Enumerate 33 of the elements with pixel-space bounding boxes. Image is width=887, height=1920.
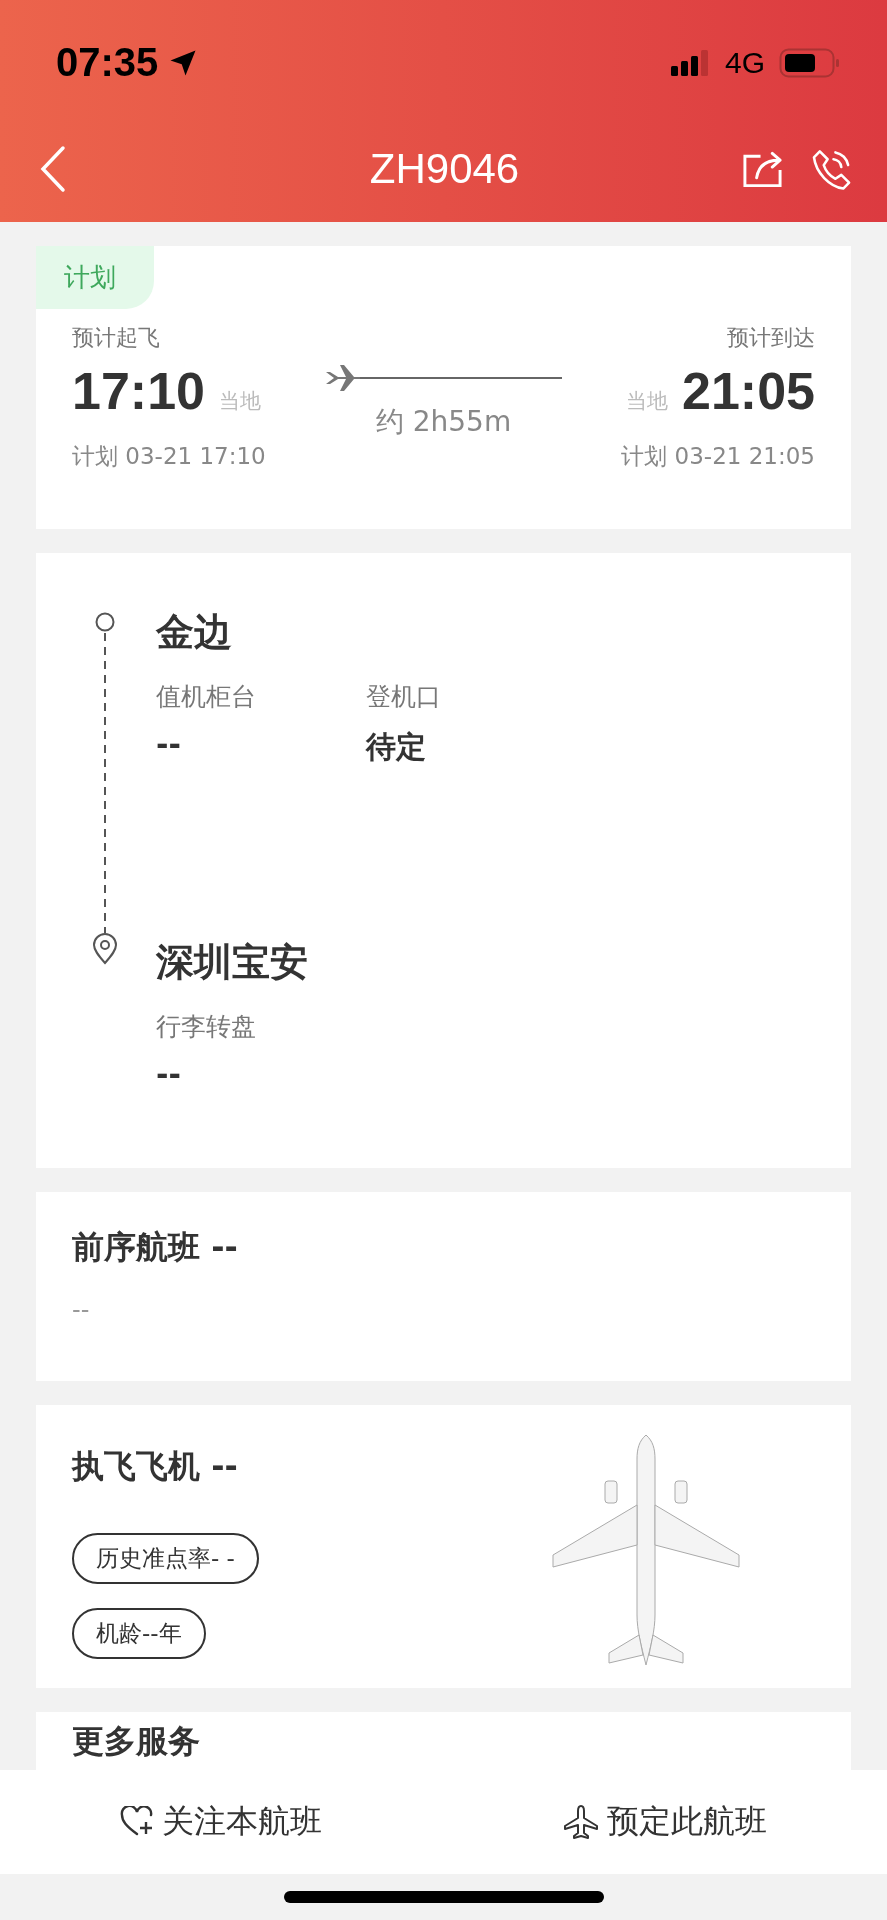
- airport-name: 金边: [156, 609, 233, 656]
- section-title: 前序航班 --: [72, 1227, 239, 1268]
- airport-name: 深圳宝安: [156, 939, 309, 986]
- field-label: 行李转盘: [156, 1011, 256, 1043]
- zone-label: 当地: [219, 388, 261, 415]
- flight-time: 21:05: [682, 365, 815, 417]
- field-label: 值机柜台: [156, 681, 256, 713]
- status-tag: 计划: [36, 246, 154, 309]
- field-value: --: [156, 727, 182, 762]
- field-label: 登机口: [366, 681, 441, 713]
- origin-dot-icon: [94, 611, 116, 633]
- airplane-icon: [562, 1804, 599, 1840]
- field-value: --: [156, 1057, 182, 1092]
- signal-icon: [670, 49, 711, 76]
- time-label: 预计起飞: [72, 324, 161, 352]
- network-label: 4G: [724, 45, 765, 80]
- planned-time: 计划 03-21 17:10: [72, 442, 266, 471]
- flight-duration: 约 2h55m: [375, 404, 512, 440]
- heart-plus-icon: [120, 1806, 155, 1838]
- previous-flight-detail: --: [72, 1296, 91, 1324]
- location-pin-icon: [92, 933, 118, 965]
- flight-time: 17:10: [72, 365, 205, 417]
- field-value: 待定: [366, 728, 427, 766]
- section-title: 更多服务: [72, 1721, 201, 1762]
- planned-time: 计划 03-21 21:05: [621, 442, 815, 471]
- info-tag: 机龄--年: [72, 1608, 206, 1659]
- status-time: 07:35: [56, 40, 159, 85]
- time-label: 预计到达: [727, 324, 815, 352]
- battery-icon: [779, 47, 841, 78]
- page-title: ZH9046: [368, 144, 521, 193]
- info-tag: 历史准点率- -: [72, 1533, 259, 1584]
- zone-label: 当地: [626, 388, 668, 415]
- section-title: 执飞飞机 --: [72, 1446, 238, 1487]
